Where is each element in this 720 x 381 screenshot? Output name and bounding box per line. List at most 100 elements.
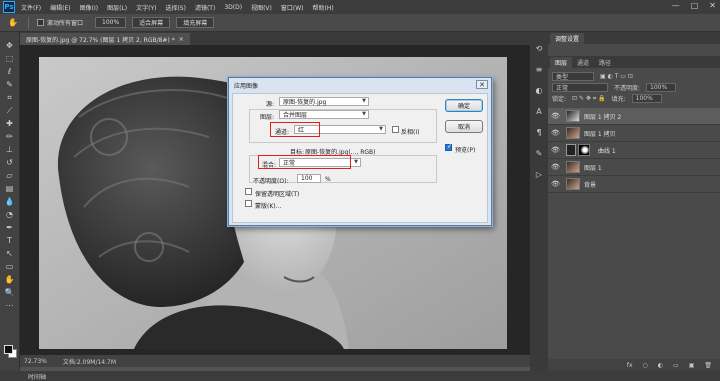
timeline-label: 时间轴: [28, 373, 47, 381]
menu-3d[interactable]: 3D(D): [224, 4, 242, 11]
history-brush-tool-icon[interactable]: ↺: [3, 157, 17, 168]
visibility-eye-icon[interactable]: 👁: [551, 146, 560, 154]
brush-panel-icon[interactable]: ✎: [536, 149, 543, 158]
layer-kind-select[interactable]: 类型: [552, 72, 594, 81]
menu-help[interactable]: 帮助(H): [313, 3, 334, 12]
shape-tool-icon[interactable]: ▭: [3, 261, 17, 272]
marquee-tool-icon[interactable]: ⬚: [3, 53, 17, 64]
menu-window[interactable]: 窗口(W): [281, 3, 304, 12]
blend-mode-select[interactable]: 正常: [552, 83, 608, 92]
fill-field[interactable]: 100%: [631, 94, 662, 103]
layer-thumbnail: [566, 161, 580, 173]
paragraph-panel-icon[interactable]: ¶: [536, 128, 541, 137]
more-tools-icon[interactable]: ⋯: [3, 300, 17, 311]
panels-column: 调整设置 图层 通道 路径 类型 ▣ ◐ T ▭ ⊡ 正常 不透明度: 100%…: [548, 32, 720, 371]
tab-layers[interactable]: 图层: [550, 57, 573, 68]
layer-select[interactable]: 合并图层 ▼: [279, 110, 369, 119]
dodge-tool-icon[interactable]: ◔: [3, 209, 17, 220]
type-tool-icon[interactable]: T: [3, 235, 17, 246]
invert-checkbox[interactable]: [392, 126, 399, 133]
preserve-transparency-checkbox[interactable]: [245, 188, 252, 195]
eyedropper-tool-icon[interactable]: ⟋: [3, 105, 17, 116]
menu-select[interactable]: 选择(S): [165, 3, 186, 12]
adjustments-panel-icon[interactable]: ◐: [536, 86, 543, 95]
zoom-level[interactable]: 72.73%: [24, 358, 47, 365]
clone-stamp-tool-icon[interactable]: ⊥: [3, 144, 17, 155]
document-tab[interactable]: 原图-恢复的.jpg @ 72.7% (图层 1 拷贝 2, RGB/8#) *…: [20, 33, 190, 45]
menu-type[interactable]: 文字(Y): [136, 3, 156, 12]
path-select-tool-icon[interactable]: ↖: [3, 248, 17, 259]
crop-tool-icon[interactable]: ⌗: [3, 92, 17, 103]
layer-row[interactable]: 👁 曲线 1: [548, 142, 720, 159]
chevron-down-icon: ▼: [354, 159, 358, 165]
layer-row[interactable]: 👁 背景: [548, 176, 720, 193]
quick-select-tool-icon[interactable]: ✎: [3, 79, 17, 90]
panel-spacer: [548, 44, 720, 56]
fill-value: 100%: [635, 95, 653, 102]
visibility-eye-icon[interactable]: 👁: [551, 180, 560, 188]
gradient-tool-icon[interactable]: ▤: [3, 183, 17, 194]
move-tool-icon[interactable]: ✥: [3, 40, 17, 51]
layer-row[interactable]: 👁 图层 1 拷贝 2: [548, 108, 720, 125]
timeline-bar[interactable]: 时间轴: [0, 371, 720, 381]
blur-tool-icon[interactable]: 💧: [3, 196, 17, 207]
ok-button[interactable]: 确定: [445, 99, 483, 112]
dialog-close-icon[interactable]: ✕: [476, 80, 488, 89]
link-layers-icon[interactable]: fx: [627, 362, 633, 369]
visibility-eye-icon[interactable]: 👁: [551, 129, 560, 137]
character-panel-icon[interactable]: A: [536, 107, 541, 116]
hand-tool-icon[interactable]: ✋: [3, 274, 17, 285]
menu-filter[interactable]: 滤镜(T): [195, 3, 215, 12]
scroll-all-windows-label: 滚动所有窗口: [47, 20, 84, 27]
source-select[interactable]: 原图-恢复的.jpg ▼: [279, 97, 369, 106]
fit-screen-button[interactable]: 适合屏幕: [132, 17, 171, 28]
tab-paths[interactable]: 路径: [594, 57, 616, 68]
tab-adjust-settings[interactable]: 调整设置: [550, 33, 585, 44]
preserve-transparency-label: 保留透明区域(T): [255, 191, 300, 198]
layers-panel-tabs: 图层 通道 路径: [548, 56, 720, 68]
zoom-100-button[interactable]: 100%: [95, 17, 127, 28]
source-value: 原图-恢复的.jpg: [283, 99, 327, 106]
close-icon[interactable]: ✕: [709, 1, 716, 10]
healing-brush-tool-icon[interactable]: ✚: [3, 118, 17, 129]
opacity-field[interactable]: 100%: [646, 83, 677, 92]
menu-file[interactable]: 文件(F): [21, 3, 41, 12]
mask-checkbox[interactable]: [245, 200, 252, 207]
visibility-eye-icon[interactable]: 👁: [551, 163, 560, 171]
add-style-icon[interactable]: ○: [643, 362, 648, 369]
minimize-icon[interactable]: —: [672, 1, 680, 10]
lock-icons[interactable]: ⊡ ✎ ✥ ⌗ 🔒: [572, 95, 606, 103]
scroll-all-windows-checkbox[interactable]: 滚动所有窗口: [37, 18, 83, 27]
brush-tool-icon[interactable]: ✏: [3, 131, 17, 142]
hand-tool-icon: ✋: [8, 18, 18, 27]
actions-panel-icon[interactable]: ▷: [536, 170, 542, 179]
cancel-button[interactable]: 取消: [445, 120, 483, 133]
history-panel-icon[interactable]: ⟲: [536, 44, 543, 53]
eraser-tool-icon[interactable]: ▱: [3, 170, 17, 181]
menu-edit[interactable]: 编辑(E): [50, 3, 70, 12]
lasso-tool-icon[interactable]: ℓ: [3, 66, 17, 77]
delete-layer-icon[interactable]: 🗑: [704, 362, 712, 369]
menu-image[interactable]: 图像(I): [80, 3, 98, 12]
fill-screen-button[interactable]: 填充屏幕: [176, 17, 215, 28]
foreground-color-swatch[interactable]: [4, 345, 13, 354]
panel-icon-strip: ⟲ ≡ ◐ A ¶ ✎ ▷: [530, 32, 548, 371]
layer-mask-thumbnail[interactable]: [578, 144, 590, 156]
visibility-eye-icon[interactable]: 👁: [551, 112, 560, 120]
layer-name: 曲线 1: [598, 147, 616, 155]
new-adjustment-icon[interactable]: ◐: [658, 362, 663, 369]
opacity-input[interactable]: 100: [297, 174, 321, 183]
layer-name: 图层 1: [584, 164, 602, 172]
new-group-icon[interactable]: ▭: [673, 362, 679, 369]
tab-channels[interactable]: 通道: [572, 57, 594, 68]
close-tab-icon[interactable]: ×: [179, 36, 184, 43]
properties-panel-icon[interactable]: ≡: [536, 65, 543, 74]
new-layer-icon[interactable]: ▣: [689, 362, 695, 369]
menu-layer[interactable]: 图层(L): [107, 3, 127, 12]
layer-row[interactable]: 👁 图层 1: [548, 159, 720, 176]
zoom-tool-icon[interactable]: 🔍: [3, 287, 17, 298]
restore-icon[interactable]: □: [691, 1, 699, 10]
pen-tool-icon[interactable]: ✒: [3, 222, 17, 233]
menu-view[interactable]: 视图(V): [251, 3, 272, 12]
layer-row[interactable]: 👁 图层 1 拷贝: [548, 125, 720, 142]
